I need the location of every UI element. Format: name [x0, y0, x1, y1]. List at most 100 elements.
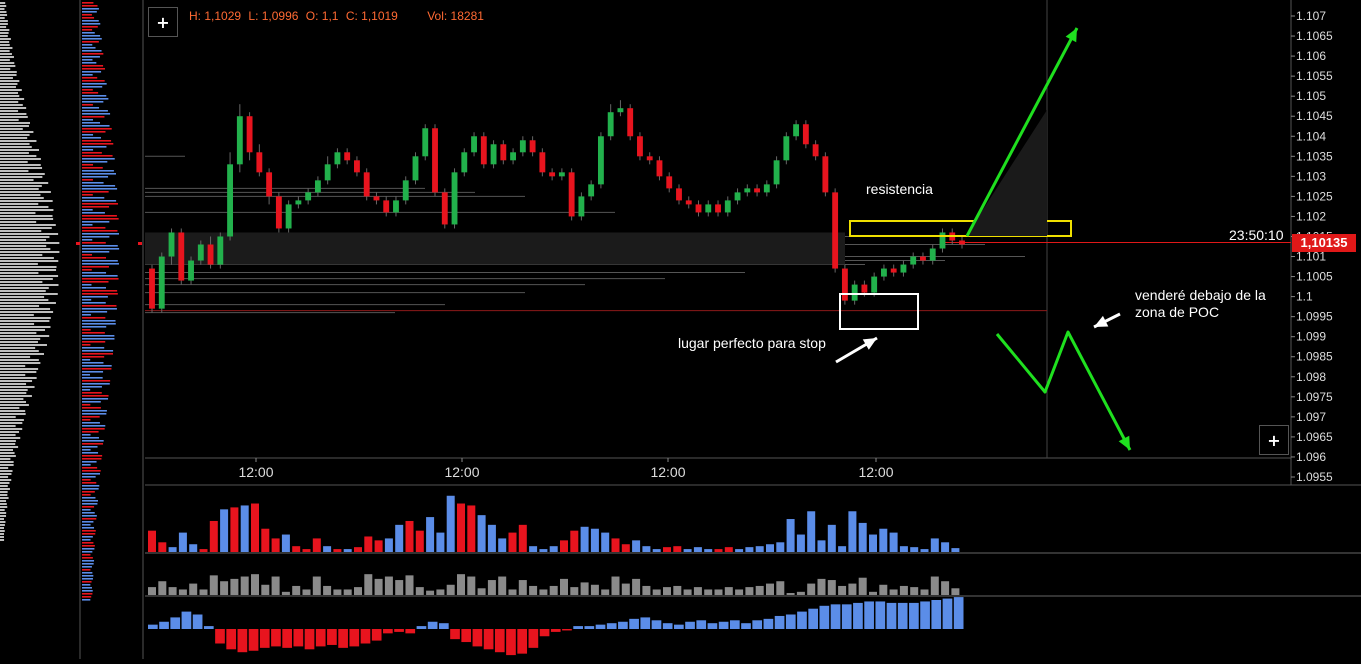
profile-bar — [82, 335, 115, 337]
profile-bar — [82, 332, 105, 334]
profile-bar — [82, 383, 110, 385]
trade-count-bar — [735, 589, 744, 595]
profile-bar — [0, 497, 9, 499]
profile-bar — [82, 410, 107, 412]
trade-count-bar — [302, 589, 311, 595]
delta-bar — [674, 624, 684, 629]
price-tick-label: 1.096 — [1296, 450, 1326, 464]
candle-body — [334, 152, 341, 165]
profile-bar — [82, 467, 98, 469]
trade-count-bar — [498, 576, 507, 595]
profile-bar — [0, 524, 5, 526]
profile-bar — [82, 365, 112, 367]
profile-bar — [82, 68, 105, 70]
profile-bar — [82, 401, 101, 403]
profile-bar — [0, 407, 20, 409]
sell-label-line2: zona de POC — [1135, 304, 1220, 320]
profile-bar — [82, 299, 92, 301]
profile-bar — [82, 140, 112, 142]
profile-bar — [0, 203, 39, 205]
trade-count-bar — [539, 589, 548, 595]
delta-bar — [148, 624, 158, 629]
profile-bar — [0, 446, 19, 448]
profile-bar — [0, 374, 26, 376]
candle-body — [402, 180, 409, 201]
delta-bar — [494, 629, 505, 653]
profile-bar — [82, 158, 115, 160]
zoom-add-button[interactable]: + — [1259, 425, 1289, 455]
trade-count-bar — [580, 582, 589, 595]
candle-body — [480, 136, 487, 165]
volume-bar — [333, 549, 342, 552]
candle-body — [236, 116, 243, 165]
trade-count-panel — [148, 574, 960, 595]
profile-bar — [82, 389, 91, 391]
profile-bar — [82, 104, 93, 106]
trade-count-bar — [601, 589, 610, 595]
profile-bar — [0, 26, 7, 28]
trade-count-bar — [724, 587, 733, 595]
chart-canvas[interactable]: 1.107 1.1065 1.106 1.1055 1.105 1.1045 1.104 1.… — [0, 0, 1361, 659]
volume-bar — [827, 524, 836, 552]
volume-bar — [724, 547, 733, 552]
profile-bar — [82, 407, 101, 409]
profile-bar — [82, 437, 99, 439]
delta-bar — [170, 617, 181, 629]
profile-bar — [82, 284, 92, 286]
profile-bar — [0, 32, 9, 34]
profile-bar — [82, 47, 96, 49]
volume-bar — [838, 546, 847, 552]
candle-body — [734, 192, 741, 201]
delta-bar — [215, 629, 225, 644]
profile-bar — [0, 488, 10, 490]
profile-bar — [0, 341, 38, 343]
profile-bar — [82, 101, 104, 103]
profile-bar — [82, 137, 101, 139]
profile-bar — [0, 326, 51, 328]
profile-bar — [82, 476, 96, 478]
profile-bar — [82, 89, 93, 91]
profile-bar — [0, 350, 39, 352]
trade-count-bar — [271, 576, 280, 595]
profile-bar — [82, 227, 106, 229]
delta-bar — [662, 623, 673, 629]
delta-bar — [159, 621, 169, 629]
profile-bar — [0, 44, 10, 46]
profile-bar — [0, 536, 4, 538]
profile-bar — [0, 389, 28, 391]
add-indicator-button[interactable]: + — [148, 7, 178, 37]
trade-count-bar — [395, 580, 404, 595]
profile-bar — [82, 581, 92, 583]
volume-bar — [642, 546, 651, 552]
delta-bar — [259, 629, 270, 648]
profile-bar — [82, 188, 118, 190]
resistance-label: resistencia — [866, 181, 933, 197]
profile-bar — [0, 344, 47, 346]
profile-bar — [82, 161, 108, 163]
profile-bar — [82, 398, 109, 400]
profile-bar — [82, 443, 104, 445]
profile-bar — [0, 119, 19, 121]
profile-bar — [0, 500, 7, 502]
profile-bar — [82, 395, 109, 397]
volume-bar — [930, 538, 939, 552]
trade-count-bar — [632, 578, 641, 595]
profile-bar — [82, 530, 96, 532]
trade-count-bar — [663, 587, 671, 595]
profile-bar — [0, 284, 59, 286]
profile-bar — [82, 50, 102, 52]
trade-count-bar — [714, 589, 723, 595]
profile-bar — [0, 491, 8, 493]
volume-bar — [632, 540, 641, 552]
profile-bar — [0, 296, 45, 298]
volume-bar — [755, 546, 764, 552]
profile-bar — [82, 146, 107, 148]
profile-bar — [0, 155, 37, 157]
trade-count-bar — [384, 576, 393, 595]
profile-bar — [82, 224, 93, 226]
price-tick-label: 1.1065 — [1296, 29, 1333, 43]
candle-body — [549, 172, 556, 177]
candle-body — [812, 144, 819, 157]
delta-bar — [315, 629, 326, 647]
profile-bar — [0, 539, 5, 541]
